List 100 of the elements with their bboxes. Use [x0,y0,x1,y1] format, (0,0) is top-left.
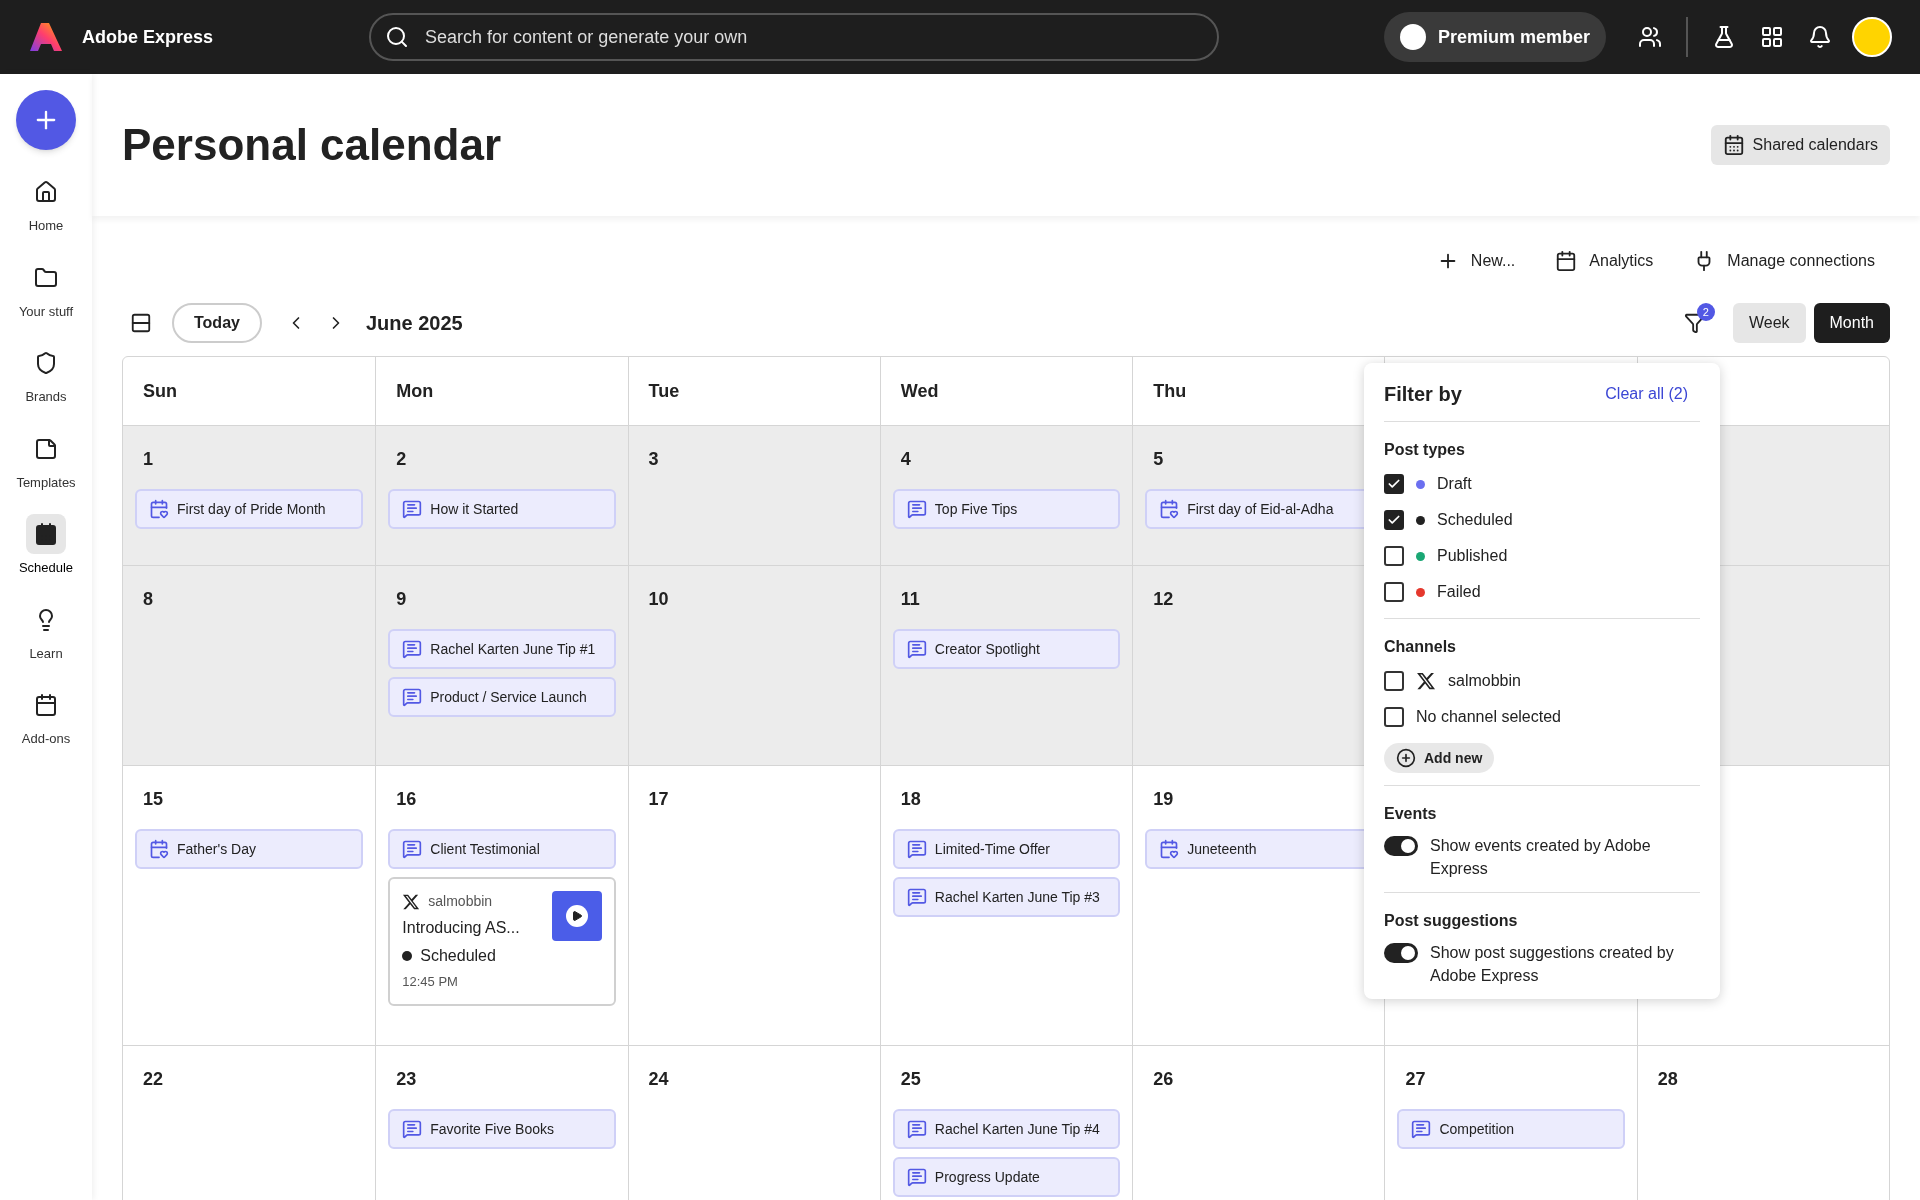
checkbox[interactable] [1384,474,1404,494]
calendar-icon [1159,499,1180,519]
notifications-icon[interactable] [1808,25,1832,49]
calendar-icon [1722,134,1745,156]
chat-icon [402,499,423,519]
day-number: 3 [647,448,660,471]
sidebar-item[interactable]: Home [26,172,66,236]
event-title: Top Five Tips [934,499,1018,519]
post-card[interactable]: salmobbin Introducing AS... Scheduled 12:45 PM [388,877,616,1006]
day-number: 17 [647,788,670,811]
checkbox[interactable] [1384,546,1404,566]
premium-button[interactable]: Premium member [1383,12,1606,62]
event-chip[interactable]: How it Started [388,489,616,529]
layout-icon[interactable] [130,312,152,334]
event-title: Product / Service Launch [430,687,587,707]
search-icon [385,25,410,49]
event-chip[interactable]: Progress Update [892,1157,1121,1197]
event-title: Competition [1439,1119,1515,1139]
check-icon [1387,513,1401,527]
event-chip[interactable]: Product / Service Launch [388,677,616,717]
event-chip[interactable]: Limited-Time Offer [892,829,1121,869]
day-number: 26 [1152,1068,1175,1091]
post-title: Introducing AS... [402,918,521,938]
toolbar-button[interactable]: Manage connections [1693,246,1875,276]
day-number: 22 [142,1068,165,1091]
event-chip[interactable]: Rachel Karten June Tip #1 [388,629,616,669]
day-number: 2 [395,448,408,471]
apps-grid-icon[interactable] [1760,25,1784,49]
chat-icon [402,1119,423,1139]
chat-icon [402,687,423,707]
chat-icon [906,839,927,859]
search-field[interactable]: Search for content or generate your own [369,13,1220,61]
add-new-button[interactable]: Add new [1384,743,1495,773]
day-number: 11 [899,588,921,611]
sidebar-item[interactable]: Schedule [18,514,74,578]
event-title: Client Testimonial [430,839,540,859]
event-chip[interactable]: Rachel Karten June Tip #3 [892,877,1121,917]
x-logo-icon [1416,671,1436,691]
event-title: Juneteenth [1187,839,1257,859]
shared-calendars-button[interactable]: Shared calendars [1710,125,1890,165]
day-number: 9 [395,588,408,611]
calendar-icon [1159,839,1180,859]
view-tab[interactable]: Month [1813,303,1890,343]
calendar-icon [34,522,58,546]
people-icon[interactable] [1638,25,1662,49]
event-chip[interactable]: Favorite Five Books [388,1109,616,1149]
sidebar-item[interactable]: Brands [25,343,67,407]
filter-option-label: salmobbin [1448,671,1521,691]
day-number: 16 [395,788,418,811]
post-account: salmobbin [428,892,493,911]
sidebar-label: Add-ons [21,730,71,748]
today-button[interactable]: Today [172,303,262,343]
checkbox[interactable] [1384,582,1404,602]
clear-all-link[interactable]: Clear all (2) [1605,382,1688,406]
filter-title: Filter by [1384,382,1462,407]
checkbox[interactable] [1384,510,1404,530]
section-title: Post types [1384,440,1466,460]
event-chip[interactable]: Father's Day [135,829,364,869]
view-tab[interactable]: Week [1732,303,1806,343]
weekday-header: Mon [396,379,434,403]
month-label: June 2025 [365,311,463,336]
toggle-switch[interactable] [1384,943,1418,963]
page-title: Personal calendar [122,119,502,171]
checkbox[interactable] [1384,671,1404,691]
filter-count-badge: 2 [1696,303,1715,321]
chat-icon [402,839,423,859]
sidebar-item[interactable]: Your stuff [18,257,74,321]
sidebar-item[interactable]: Learn [26,599,66,663]
toolbar-button[interactable]: Analytics [1555,246,1654,276]
home-icon [34,180,58,204]
sidebar-item[interactable]: Add-ons [21,685,71,749]
app-logo-icon [28,21,62,53]
plus-icon [1396,748,1416,768]
section-title: Channels [1384,637,1457,657]
day-number: 25 [899,1068,922,1091]
event-chip[interactable]: Client Testimonial [388,829,616,869]
event-chip[interactable]: Top Five Tips [892,489,1121,529]
avatar[interactable] [1852,17,1892,57]
sidebar-item[interactable]: Templates [16,428,76,492]
checkbox[interactable] [1384,707,1404,727]
day-number: 5 [1152,448,1165,471]
event-chip[interactable]: Rachel Karten June Tip #4 [892,1109,1121,1149]
sidebar-label: Templates [16,473,76,492]
event-chip[interactable]: Competition [1397,1109,1625,1149]
section-title: Events [1384,804,1438,824]
filter-option-label: Draft [1437,474,1472,494]
create-button[interactable] [16,90,76,150]
toolbar-button[interactable]: New... [1436,246,1516,276]
day-number: 27 [1404,1068,1427,1091]
event-chip[interactable]: First day of Pride Month [135,489,364,529]
event-chip[interactable]: Creator Spotlight [892,629,1121,669]
chat-icon [906,887,927,907]
toggle-switch[interactable] [1384,836,1418,856]
filter-option-label: No channel selected [1416,707,1561,727]
calendar-icon [34,693,58,717]
play-icon [565,905,588,927]
flask-icon[interactable] [1712,25,1736,49]
day-number: 1 [142,448,154,471]
filter-option-label: Failed [1437,582,1481,602]
event-title: Rachel Karten June Tip #1 [430,639,596,659]
